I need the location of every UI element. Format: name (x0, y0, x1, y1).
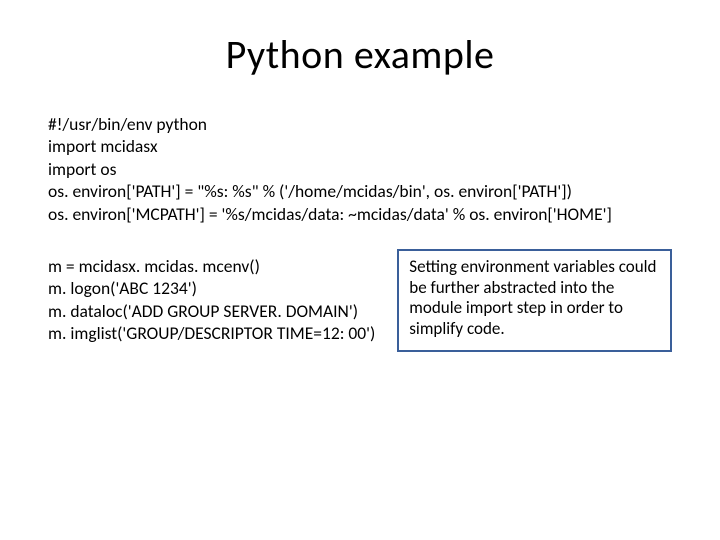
code-line: m. dataloc('ADD GROUP SERVER. DOMAIN') (48, 300, 375, 322)
code-line: os. environ['PATH'] = "%s: %s" % ('/home… (48, 180, 672, 202)
note-box: Setting environment variables could be f… (397, 249, 672, 352)
page-title: Python example (48, 30, 672, 79)
note-text: Setting environment variables could be f… (409, 256, 656, 339)
code-line: import mcidasx (48, 135, 672, 157)
lower-row: m = mcidasx. mcidas. mcenv() m. logon('A… (48, 255, 672, 352)
code-line: #!/usr/bin/env python (48, 113, 672, 135)
code-block-top: #!/usr/bin/env python import mcidasx imp… (48, 113, 672, 225)
code-line: os. environ['MCPATH'] = '%s/mcidas/data:… (48, 203, 672, 225)
code-block-left: m = mcidasx. mcidas. mcenv() m. logon('A… (48, 255, 375, 345)
code-line: m. logon('ABC 1234') (48, 277, 375, 299)
code-line: m = mcidasx. mcidas. mcenv() (48, 255, 375, 277)
code-line: import os (48, 158, 672, 180)
code-line: m. imglist('GROUP/DESCRIPTOR TIME=12: 00… (48, 322, 375, 344)
slide: Python example #!/usr/bin/env python imp… (0, 0, 720, 540)
